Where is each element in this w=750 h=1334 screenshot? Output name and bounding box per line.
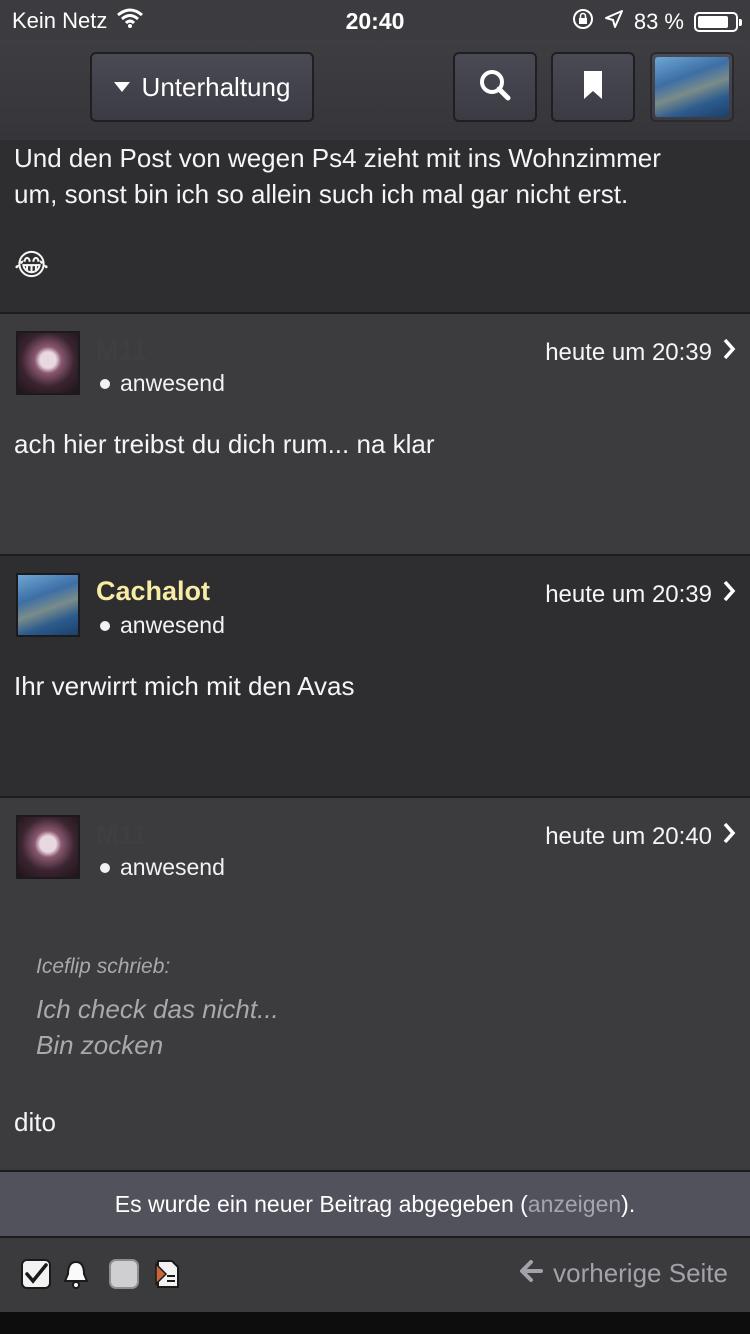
post-timestamp-link[interactable]: heute um 20:39	[545, 580, 736, 609]
presence-dot-icon	[100, 378, 110, 389]
post-continuation: Und den Post von wegen Ps4 zieht mit ins…	[0, 140, 750, 314]
location-icon	[604, 9, 624, 35]
chevron-right-icon	[722, 338, 736, 367]
battery-icon	[694, 12, 742, 32]
timestamp-label: heute um 20:39	[545, 338, 712, 366]
presence-label: anwesend	[120, 854, 225, 880]
home-indicator-area	[0, 1312, 750, 1334]
post-text: Ihr verwirrt mich mit den Avas	[14, 671, 355, 701]
banner-text-end: ).	[621, 1191, 636, 1217]
previous-page-link[interactable]: vorherige Seite	[519, 1258, 728, 1289]
post: Cachalot anwesend heute um 20:39 Ihr ver…	[0, 554, 750, 797]
forum-dropdown-label: Unterhaltung	[141, 71, 291, 102]
forum-dropdown-button[interactable]: Unterhaltung	[90, 52, 314, 122]
username[interactable]: Cachalot	[96, 576, 210, 607]
presence-status: anwesend	[100, 370, 225, 397]
post-body: Und den Post von wegen Ps4 zieht mit ins…	[14, 140, 661, 284]
checkbox-checked-icon[interactable]	[20, 1258, 52, 1290]
new-post-banner: Es wurde ein neuer Beitrag abgegeben (an…	[0, 1170, 750, 1238]
timestamp-label: heute um 20:40	[545, 822, 712, 850]
search-button[interactable]	[453, 52, 537, 122]
user-avatar[interactable]	[16, 815, 80, 879]
timestamp-label: heute um 20:39	[545, 580, 712, 608]
navigation-bar: Unterhaltung	[0, 40, 750, 140]
user-avatar[interactable]	[16, 573, 80, 637]
post-text: ach hier treibst du dich rum... na klar	[14, 429, 435, 459]
presence-label: anwesend	[120, 370, 225, 396]
document-icon[interactable]	[152, 1258, 184, 1290]
rotation-lock-icon	[572, 8, 594, 36]
show-new-post-link[interactable]: anzeigen	[528, 1191, 621, 1217]
presence-dot-icon	[100, 620, 110, 631]
previous-page-label: vorherige Seite	[553, 1258, 728, 1288]
quote-line: Ich check das nicht...	[36, 994, 279, 1024]
battery-fill	[698, 16, 728, 28]
search-icon	[477, 67, 513, 108]
bell-icon[interactable]	[60, 1258, 92, 1290]
quote-author: Iceflip schrieb:	[36, 955, 171, 978]
username[interactable]: M11	[96, 820, 147, 851]
profile-avatar-button[interactable]	[650, 52, 734, 122]
quote-line: Bin zocken	[36, 1030, 164, 1060]
bookmark-button[interactable]	[551, 52, 635, 122]
chevron-right-icon	[722, 580, 736, 609]
caret-down-icon	[113, 82, 130, 92]
post-text-line: um, sonst bin ich so allein such ich mal…	[14, 179, 629, 209]
presence-label: anwesend	[120, 612, 225, 638]
bottom-toolbar: vorherige Seite	[0, 1238, 750, 1312]
post-timestamp-link[interactable]: heute um 20:40	[545, 822, 736, 851]
bookmark-icon	[583, 70, 603, 105]
battery-percent: 83 %	[633, 9, 684, 34]
square-icon[interactable]	[108, 1258, 140, 1290]
user-avatar[interactable]	[16, 331, 80, 395]
laughing-emoji: 😂	[14, 249, 50, 282]
post-text: dito	[14, 1107, 56, 1137]
post: M11 anwesend heute um 20:40 Iceflip schr…	[0, 796, 750, 1170]
username[interactable]: M11	[96, 336, 147, 367]
presence-status: anwesend	[100, 612, 225, 639]
presence-dot-icon	[100, 862, 110, 873]
status-bar: Kein Netz 20:40 83 %	[0, 0, 750, 40]
status-bar-right: 83 %	[572, 8, 742, 36]
post-timestamp-link[interactable]: heute um 20:39	[545, 338, 736, 367]
post-text-line: Und den Post von wegen Ps4 zieht mit ins…	[14, 143, 661, 173]
banner-text-start: Es wurde ein neuer Beitrag abgegeben (	[114, 1191, 528, 1217]
presence-status: anwesend	[100, 854, 225, 881]
arrow-left-icon	[519, 1258, 544, 1289]
whale-avatar-image	[655, 57, 729, 117]
chevron-right-icon	[722, 822, 736, 851]
post: M11 anwesend heute um 20:39 ach hier tre…	[0, 312, 750, 555]
